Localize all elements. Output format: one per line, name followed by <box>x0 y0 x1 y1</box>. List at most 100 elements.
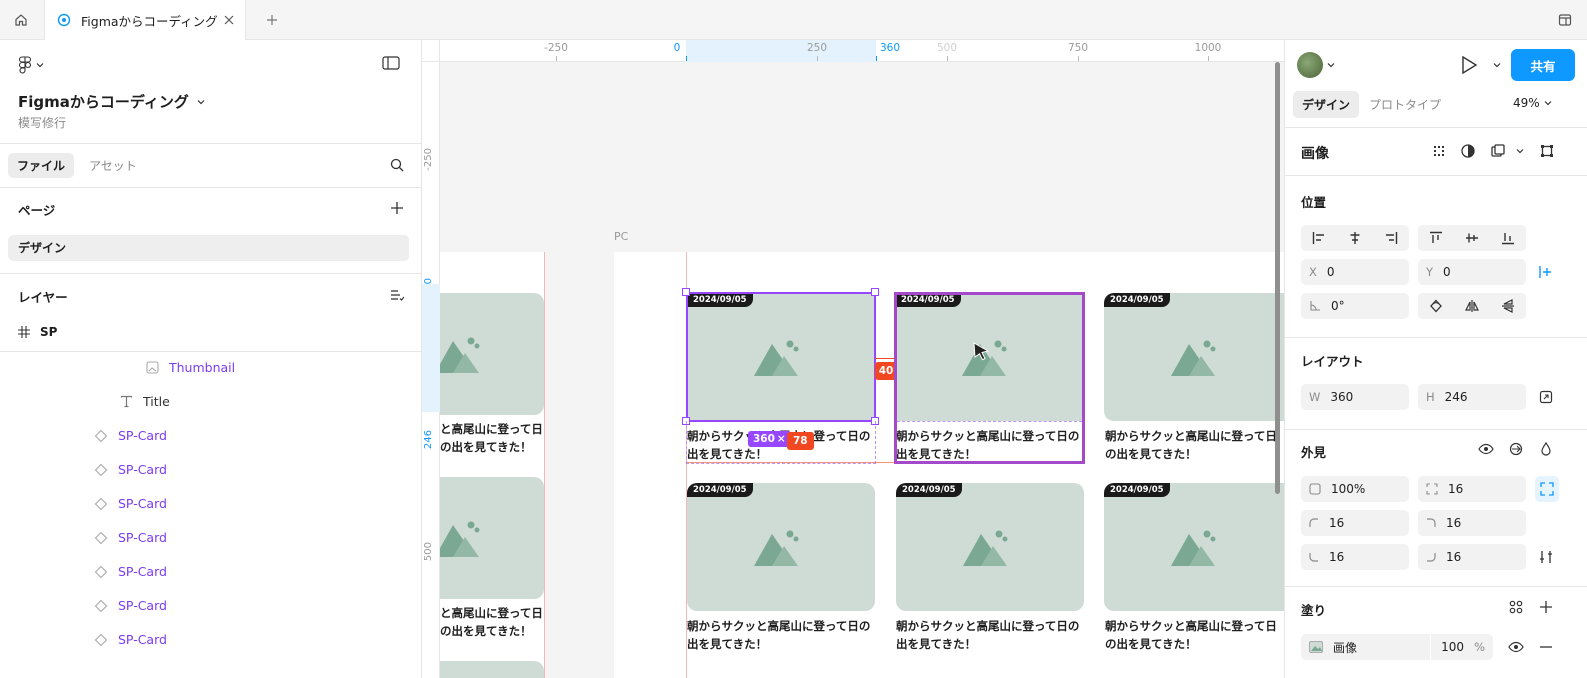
card-thumbnail[interactable]: 2024/09/05 <box>1104 293 1284 421</box>
layer-frame-sp[interactable]: SP <box>18 325 57 339</box>
figma-file-icon <box>57 13 71 27</box>
blend-icon[interactable] <box>1505 438 1527 460</box>
layer-item[interactable]: Thumbnail <box>146 360 235 375</box>
rotate-90-icon[interactable] <box>1429 299 1443 313</box>
frame-selection-icon[interactable] <box>1536 140 1558 162</box>
radius-bottom-left-field[interactable]: 16 <box>1301 544 1409 570</box>
tab-prototype[interactable]: プロトタイプ <box>1369 96 1441 113</box>
close-tab-icon[interactable] <box>219 10 239 30</box>
resize-handle[interactable] <box>871 288 879 296</box>
height-field[interactable]: H 246 <box>1418 384 1526 410</box>
eye-icon[interactable] <box>1505 636 1527 658</box>
tab-file[interactable]: ファイル <box>8 152 75 178</box>
ruler-label: 750 <box>1067 42 1089 54</box>
chevron-down-icon[interactable] <box>1493 62 1501 68</box>
radius-top-left-field[interactable]: 16 <box>1301 510 1409 536</box>
fill-row[interactable]: 画像 100 % <box>1301 634 1493 660</box>
share-button[interactable]: 共有 <box>1511 49 1575 81</box>
component-icon[interactable] <box>1487 140 1509 162</box>
layer-item[interactable]: SP-Card <box>94 564 167 579</box>
canvas[interactable]: -250 0 250 360 500 750 1000 -250 0 246 5… <box>422 40 1284 678</box>
styles-icon[interactable] <box>1505 596 1527 618</box>
corner-tr-icon <box>1426 518 1436 528</box>
card-thumbnail[interactable] <box>440 477 544 599</box>
card-thumbnail[interactable]: 2024/09/05 <box>1104 483 1284 611</box>
layer-item[interactable]: SP-Card <box>94 530 167 545</box>
opacity-field[interactable]: 100% <box>1301 476 1409 502</box>
window-layout-icon[interactable] <box>1555 10 1575 30</box>
ruler-top: -250 0 250 360 500 750 1000 <box>440 40 1284 62</box>
layer-item[interactable]: Title <box>120 394 170 409</box>
rotation-field[interactable]: 0° <box>1301 293 1409 319</box>
y-label: Y <box>1426 265 1434 279</box>
constraints-icon[interactable] <box>1535 261 1557 283</box>
zoom-dropdown[interactable]: 49% <box>1513 96 1552 110</box>
corner-radius-field[interactable]: 16 <box>1418 476 1526 502</box>
divider <box>1285 429 1587 430</box>
card-title[interactable]: 朝からサクッと高尾山に登って日の出を見てきた！ <box>1105 617 1284 657</box>
layer-item[interactable]: SP-Card <box>94 428 167 443</box>
card-title[interactable]: 朝からサクッと高尾山に登って日の出を見てきた！ <box>896 617 1086 653</box>
image-fill-swatch-icon <box>1309 641 1323 653</box>
card-title[interactable]: と高尾山に登って日の出を見てきた！ <box>440 420 544 456</box>
layer-item[interactable]: SP-Card <box>94 462 167 477</box>
divider <box>1285 586 1587 587</box>
page-item-design[interactable]: デザイン <box>8 235 409 261</box>
y-field[interactable]: Y 0 <box>1418 259 1526 285</box>
layer-item[interactable]: SP-Card <box>94 598 167 613</box>
chevron-down-icon[interactable] <box>1509 140 1531 162</box>
user-menu[interactable] <box>1297 52 1335 78</box>
grid-icon[interactable] <box>1428 140 1450 162</box>
ruler-label: -250 <box>423 148 434 171</box>
card-thumbnail[interactable]: 2024/09/05 <box>896 483 1084 611</box>
layer-label: Thumbnail <box>169 360 236 375</box>
flip-vertical-icon[interactable] <box>1501 299 1515 313</box>
resize-handle[interactable] <box>682 288 690 296</box>
project-name[interactable]: 模写修行 <box>18 114 66 131</box>
canvas-scrollbar[interactable] <box>1275 62 1280 494</box>
tab-design[interactable]: デザイン <box>1293 91 1360 118</box>
align-center-h-icon[interactable] <box>1348 231 1362 245</box>
card-title[interactable]: 朝からサクッと高尾山に登って日の出を見てきた！ <box>687 617 877 653</box>
x-field[interactable]: X 0 <box>1301 259 1409 285</box>
radius-top-right-field[interactable]: 16 <box>1418 510 1526 536</box>
tab-assets[interactable]: アセット <box>80 153 146 178</box>
main-menu-button[interactable] <box>18 56 44 74</box>
align-middle-icon[interactable] <box>1465 231 1479 245</box>
eye-icon[interactable] <box>1475 438 1497 460</box>
layer-item[interactable]: SP-Card <box>94 632 167 647</box>
align-top-icon[interactable] <box>1429 231 1443 245</box>
radius-value: 16 <box>1448 482 1464 496</box>
text-icon <box>120 395 133 408</box>
card-thumbnail[interactable] <box>440 661 544 678</box>
radius-bottom-right-field[interactable]: 16 <box>1418 544 1526 570</box>
layer-item[interactable]: SP-Card <box>94 496 167 511</box>
align-bottom-icon[interactable] <box>1501 231 1515 245</box>
file-tab[interactable]: Figmaからコーディング <box>44 0 246 40</box>
drop-icon[interactable] <box>1535 438 1557 460</box>
card-thumbnail[interactable] <box>440 293 544 415</box>
adjust-icon[interactable] <box>1535 546 1557 568</box>
align-right-icon[interactable] <box>1384 231 1398 245</box>
present-play-icon[interactable] <box>1459 54 1479 76</box>
flip-horizontal-icon[interactable] <box>1465 299 1479 313</box>
align-left-icon[interactable] <box>1312 231 1326 245</box>
layer-filter-icon[interactable] <box>390 288 404 302</box>
remove-fill-icon[interactable] <box>1535 636 1557 658</box>
card-title[interactable]: と高尾山に登って日の出を見てきた！ <box>440 604 544 640</box>
independent-corners-icon[interactable] <box>1535 476 1559 502</box>
resize-to-fit-icon[interactable] <box>1535 386 1557 408</box>
card-title[interactable]: 朝からサクッと高尾山に登って日の出を見てきた！ <box>1105 427 1284 467</box>
frame-label[interactable]: PC <box>614 230 628 243</box>
card-thumbnail[interactable]: 2024/09/05 <box>687 483 875 611</box>
appearance-title: 外見 <box>1301 445 1327 460</box>
add-page-icon[interactable] <box>390 201 404 215</box>
home-icon[interactable] <box>8 8 34 32</box>
file-name[interactable]: Figmaからコーディング <box>18 91 205 112</box>
search-icon[interactable] <box>390 158 404 172</box>
mask-icon[interactable] <box>1457 140 1479 162</box>
add-fill-icon[interactable] <box>1535 596 1557 618</box>
width-field[interactable]: W 360 <box>1301 384 1409 410</box>
new-tab-icon[interactable] <box>262 10 282 30</box>
toggle-sidebar-icon[interactable] <box>382 56 400 70</box>
